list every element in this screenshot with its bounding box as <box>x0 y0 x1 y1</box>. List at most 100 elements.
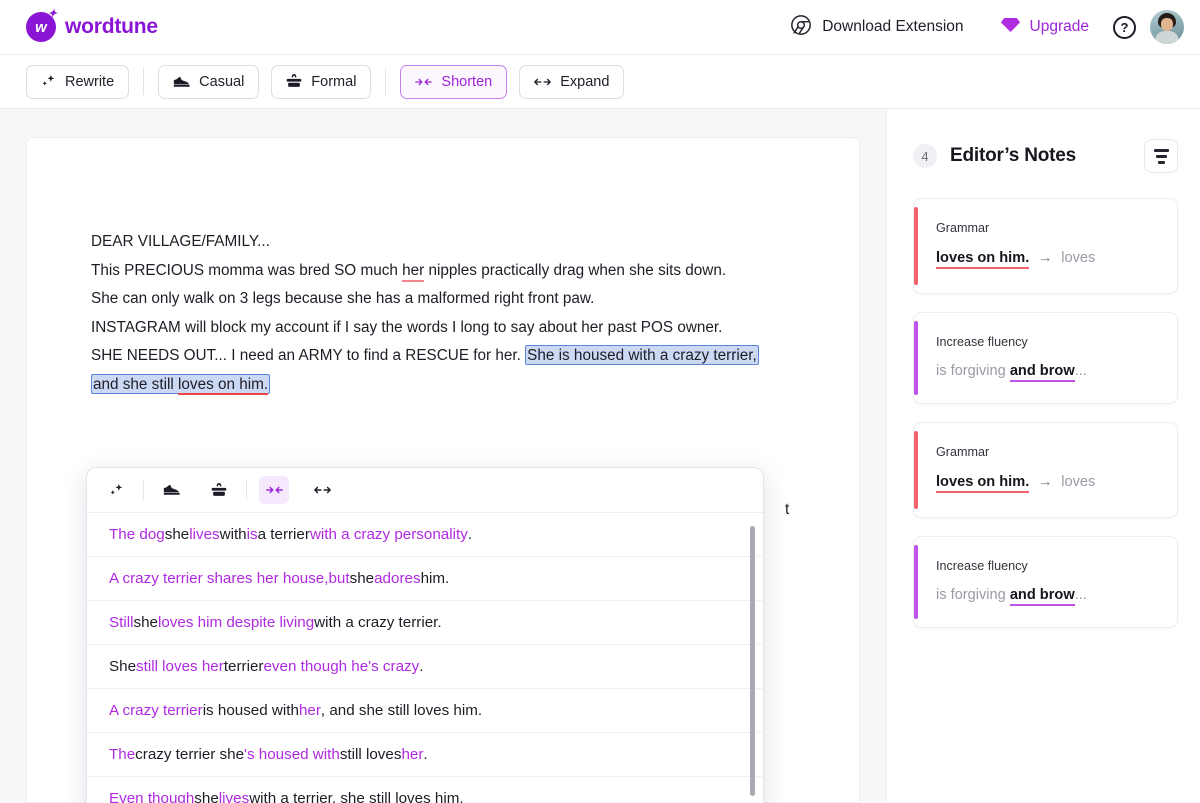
popup-casual-icon-button[interactable] <box>156 476 186 504</box>
document-text[interactable]: DEAR VILLAGE/FAMILY... This PRECIOUS mom… <box>91 228 821 399</box>
chrome-icon <box>790 14 812 41</box>
popup-scrollbar-thumb[interactable] <box>750 526 755 796</box>
suggestion-text-segment: but <box>328 570 350 587</box>
avatar[interactable] <box>1150 10 1184 44</box>
note-suggested-text: loves <box>1061 250 1096 266</box>
formal-button[interactable]: Formal <box>271 64 372 99</box>
popup-mode-toolbar <box>87 468 763 513</box>
filter-icon[interactable] <box>1144 139 1178 173</box>
casual-button[interactable]: Casual <box>158 64 260 99</box>
suggestion-item[interactable]: Even though she lives with a terrier, sh… <box>87 777 763 803</box>
note-ellipsis: ... <box>1074 587 1087 603</box>
diamond-icon <box>1000 16 1021 39</box>
editor-note-card[interactable]: Grammar loves on him. → loves <box>913 422 1178 518</box>
suggestion-text-segment: terrier <box>223 658 264 675</box>
popup-shorten-icon-button[interactable] <box>259 476 289 504</box>
suggestion-text-segment: her <box>298 702 321 719</box>
toolbar-divider-2 <box>385 68 387 95</box>
shorten-button[interactable]: Shorten <box>400 64 508 99</box>
upgrade-button[interactable]: Upgrade <box>982 16 1107 39</box>
suggestion-text-segment: even though he's crazy <box>263 658 420 675</box>
logo-letter: w <box>35 18 47 36</box>
grammar-error-loves-on-him[interactable]: loves on him. <box>178 375 269 395</box>
suggestion-text-segment: A crazy terrier <box>109 702 203 719</box>
help-glyph: ? <box>1120 19 1129 35</box>
note-accent-bar <box>914 321 918 395</box>
note-body: loves on him. → loves <box>936 473 1159 493</box>
download-extension-label: Download Extension <box>822 18 964 35</box>
rewrite-suggestions-popup: The dog she lives with is a terrier with… <box>86 467 764 803</box>
note-original-text: is forgiving <box>936 587 1010 603</box>
suggestion-text-segment: with a crazy personality <box>309 526 468 543</box>
top-bar-actions: Download Extension Upgrade ? <box>772 10 1184 44</box>
suggestion-item[interactable]: Still she loves him despite living with … <box>87 601 763 645</box>
note-original-text: loves on him. <box>936 474 1030 493</box>
note-type-label: Grammar <box>936 221 990 235</box>
note-suggested-text: loves <box>1061 474 1096 490</box>
note-highlighted-text: and brow <box>1009 363 1075 382</box>
note-type-label: Increase fluency <box>936 559 1028 573</box>
filter-bar-3 <box>1157 160 1165 164</box>
doc-line-6: and she still loves on him. <box>91 371 821 400</box>
note-original-text: loves on him. <box>936 250 1030 269</box>
popup-scrollbar[interactable] <box>750 521 755 803</box>
doc-line-2-a: This PRECIOUS momma was bred SO much <box>91 261 403 279</box>
brand-name: wordtune <box>65 15 158 38</box>
rewrite-action-toolbar: Rewrite Casual Formal Shorten Expand <box>0 55 1200 109</box>
selected-text-part-1[interactable]: She is housed with a crazy terrier, <box>525 345 759 365</box>
editor-note-card[interactable]: Grammar loves on him. → loves <box>913 198 1178 294</box>
briefcase-icon <box>286 74 302 89</box>
rewrite-label: Rewrite <box>65 73 115 90</box>
selected-text-part-2[interactable]: and she still loves on him. <box>91 373 271 395</box>
suggestion-text-segment: still loves <box>339 746 402 763</box>
suggestion-text-segment: A crazy terrier shares her house, <box>109 570 329 587</box>
expand-button[interactable]: Expand <box>519 64 625 99</box>
suggestion-text-segment: she <box>133 614 158 631</box>
expand-label: Expand <box>560 73 610 90</box>
suggestion-text-segment: . <box>467 526 473 543</box>
suggestion-text-segment: The dog <box>109 526 165 543</box>
toolbar-divider <box>143 68 145 95</box>
editors-notes-header: 4 Editor’s Notes <box>887 109 1200 173</box>
suggestion-text-segment: 's housed with <box>244 746 340 763</box>
wordtune-app: w ✦ wordtune Download Extension Upgrade … <box>0 0 1200 803</box>
popup-expand-icon-button[interactable] <box>307 476 337 504</box>
suggestion-item[interactable]: She still loves her terrier even though … <box>87 645 763 689</box>
download-extension-button[interactable]: Download Extension <box>772 14 981 41</box>
help-icon[interactable]: ? <box>1113 15 1136 39</box>
note-highlighted-text: and brow <box>1009 587 1075 606</box>
sneaker-icon <box>173 75 190 89</box>
suggestion-text-segment: Even though <box>109 790 195 803</box>
grammar-error-her[interactable]: her <box>402 261 425 282</box>
doc-line-5-plain: SHE NEEDS OUT... I need an ARMY to find … <box>91 347 526 364</box>
doc-line-2: This PRECIOUS momma was bred SO much her… <box>91 257 821 286</box>
note-fluency-text: is forgiving and brow... <box>936 587 1087 606</box>
suggestion-item[interactable]: The crazy terrier she's housed with stil… <box>87 733 763 777</box>
note-body: is forgiving and brow... <box>936 587 1159 606</box>
note-ellipsis: ... <box>1074 363 1087 379</box>
popup-formal-icon-button[interactable] <box>204 476 234 504</box>
note-body: loves on him. → loves <box>936 249 1159 269</box>
sparkle-icon: ✦ <box>47 8 57 20</box>
doc-line-1: DEAR VILLAGE/FAMILY... <box>91 233 270 250</box>
brand-logo-group[interactable]: w ✦ wordtune <box>26 8 158 42</box>
editor-note-card[interactable]: Increase fluency is forgiving and brow... <box>913 536 1178 628</box>
suggestion-text-segment: crazy terrier she <box>135 746 245 763</box>
popup-rewrite-icon-button[interactable] <box>101 476 131 504</box>
suggestion-item[interactable]: The dog she lives with is a terrier with… <box>87 513 763 557</box>
note-original-text: is forgiving <box>936 363 1010 379</box>
suggestion-item[interactable]: A crazy terrier shares her house, but sh… <box>87 557 763 601</box>
formal-label: Formal <box>311 73 357 90</box>
top-navigation-bar: w ✦ wordtune Download Extension Upgrade … <box>0 0 1200 55</box>
suggestion-text-segment: him. <box>420 570 450 587</box>
note-arrow-icon: → <box>1038 473 1053 489</box>
suggestion-text-segment: She <box>109 658 137 675</box>
doc-line-4: INSTAGRAM will block my account if I say… <box>91 318 723 336</box>
shorten-label: Shorten <box>441 73 493 90</box>
suggestion-list[interactable]: The dog she lives with is a terrier with… <box>87 513 763 803</box>
suggestion-item[interactable]: A crazy terrier is housed with her, and … <box>87 689 763 733</box>
editor-note-card[interactable]: Increase fluency is forgiving and brow... <box>913 312 1178 404</box>
suggestion-text-segment: lives <box>189 526 220 543</box>
sparkle-icon <box>41 74 56 89</box>
rewrite-button[interactable]: Rewrite <box>26 64 130 99</box>
